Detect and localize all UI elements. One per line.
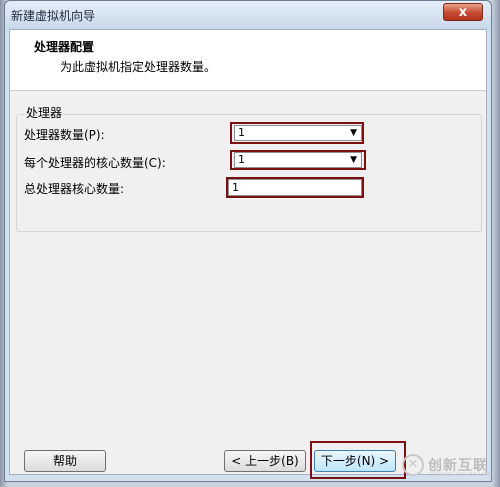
chevron-down-icon: ▼ — [350, 128, 357, 138]
next-button[interactable]: 下一步(N) > — [314, 450, 396, 472]
chevron-down-icon: ▼ — [350, 155, 357, 165]
total-cores-field: 1 — [228, 179, 362, 196]
wizard-window: 新建虚拟机向导 x 处理器配置 为此虚拟机指定处理器数量。 处理器 处理器数量(… — [4, 0, 492, 482]
watermark-subtext: CHUANG XIN HU LIAN — [429, 472, 493, 478]
processor-count-value: 1 — [238, 126, 245, 139]
back-button[interactable]: < 上一步(B) — [224, 450, 306, 472]
processor-count-select[interactable]: 1 ▼ — [234, 125, 362, 141]
page-title: 处理器配置 — [34, 40, 95, 54]
cores-per-processor-select[interactable]: 1 ▼ — [234, 152, 362, 168]
help-button[interactable]: 帮助 — [24, 450, 106, 472]
watermark-logo: ✕ 创新互联 CHUANG XIN HU LIAN — [402, 450, 500, 480]
title-bar[interactable]: 新建虚拟机向导 x — [5, 1, 491, 29]
wizard-header: 处理器配置 为此虚拟机指定处理器数量。 — [10, 30, 486, 91]
wizard-content: 处理器配置 为此虚拟机指定处理器数量。 处理器 处理器数量(P): 1 ▼ 每个… — [9, 29, 487, 479]
window-title: 新建虚拟机向导 — [11, 9, 96, 23]
total-cores-label: 总处理器核心数量: — [24, 182, 125, 196]
cores-per-processor-value: 1 — [238, 153, 245, 166]
close-button[interactable]: x — [443, 3, 483, 21]
logo-icon: ✕ — [402, 454, 424, 476]
cores-per-processor-label: 每个处理器的核心数量(C): — [24, 156, 166, 170]
page-subtitle: 为此虚拟机指定处理器数量。 — [60, 60, 217, 74]
processor-count-label: 处理器数量(P): — [24, 128, 105, 142]
processor-group-legend: 处理器 — [24, 104, 65, 121]
